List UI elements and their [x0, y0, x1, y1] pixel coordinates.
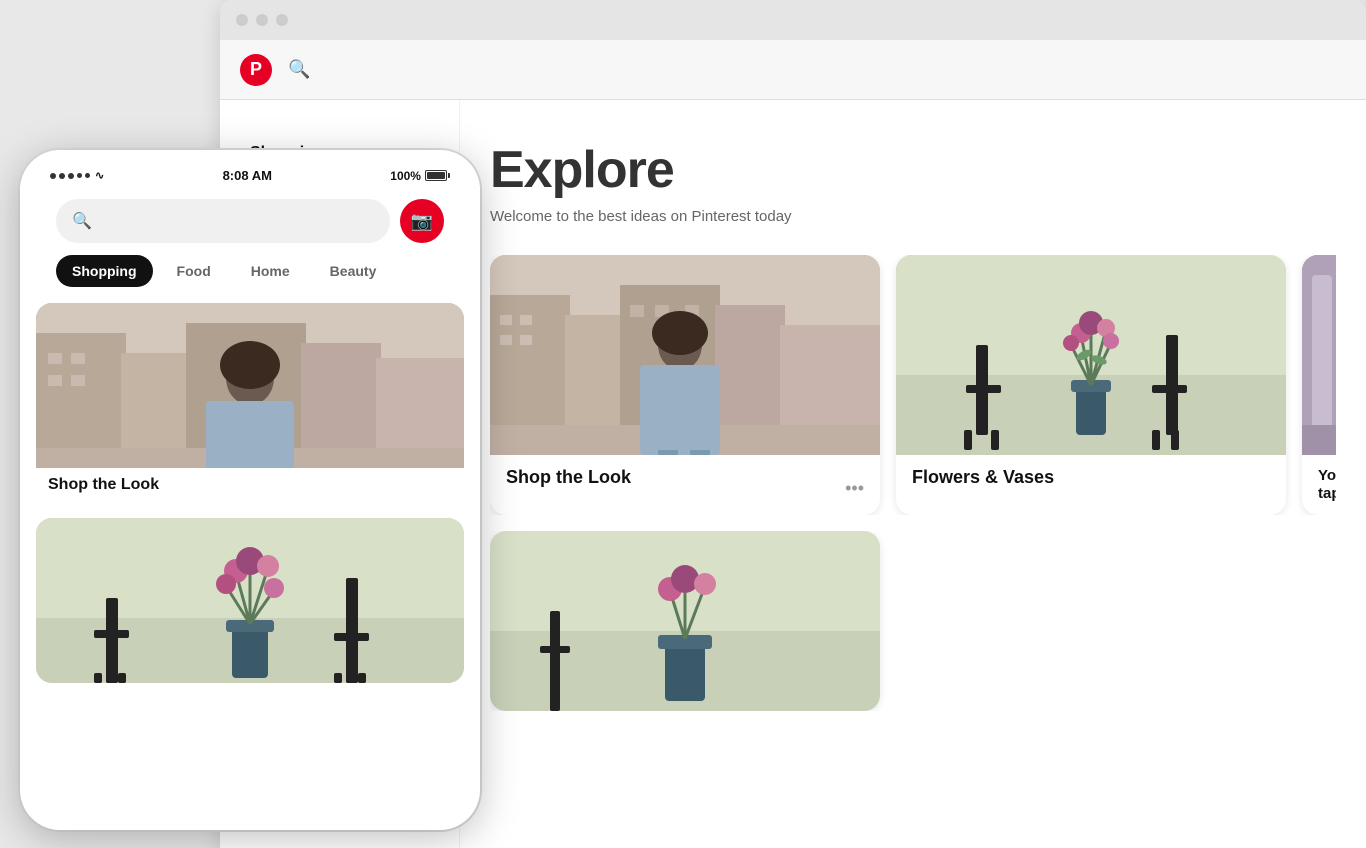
phone-search-area: 🔍 📷	[40, 191, 460, 251]
status-battery: 100%	[390, 169, 450, 183]
card-image-flowers	[896, 255, 1286, 455]
cards-container: Shop the Look •••	[490, 255, 1336, 515]
phone-card-image-flowers	[36, 518, 464, 683]
card-body-flowers: Flowers & Vases	[896, 455, 1286, 500]
phone-status-bar: ∿ 8:08 AM 100%	[40, 160, 460, 191]
pinterest-logo[interactable]: P	[240, 54, 272, 86]
phone-tab-food[interactable]: Food	[161, 255, 227, 287]
status-time: 8:08 AM	[223, 168, 272, 183]
phone-card-image-shopping	[36, 303, 464, 468]
flowers-scene-svg	[896, 255, 1286, 455]
cards-second-row	[490, 531, 1336, 711]
device-dot-2	[256, 14, 268, 26]
signal-dot-2	[59, 173, 65, 179]
phone-device: ∿ 8:08 AM 100% 🔍 📷	[20, 150, 480, 830]
phone-flowers-svg	[36, 518, 464, 683]
partial-image-svg	[1302, 255, 1336, 455]
second-row-svg	[490, 531, 880, 711]
signal-dot-1	[50, 173, 56, 179]
card-title-shopping: Shop the Look	[506, 467, 631, 487]
device-dot-1	[236, 14, 248, 26]
phone-card-shopping[interactable]: Shop the Look	[36, 303, 464, 506]
phone-card-body-shopping: Shop the Look	[36, 468, 464, 506]
phone-tab-home[interactable]: Home	[235, 255, 306, 287]
partial-card-title: Your nex tap AWA	[1318, 467, 1336, 502]
phone-search-bar[interactable]: 🔍	[56, 199, 390, 243]
phone-tab-beauty[interactable]: Beauty	[314, 255, 393, 287]
explore-subtitle: Welcome to the best ideas on Pinterest t…	[490, 208, 1336, 225]
phone-tabs: Shopping Food Home Beauty	[40, 251, 460, 291]
building-background-svg	[490, 255, 880, 455]
card-second-row-1[interactable]	[490, 531, 880, 711]
battery-tip	[448, 173, 450, 178]
main-content: Explore Welcome to the best ideas on Pin…	[460, 100, 1366, 848]
card-partial-right[interactable]: Your nex tap AWA	[1302, 255, 1336, 515]
wifi-icon: ∿	[95, 169, 104, 182]
phone-card-flowers[interactable]	[36, 518, 464, 683]
phone-tab-shopping[interactable]: Shopping	[56, 255, 153, 287]
signal-dot-3	[68, 173, 74, 179]
signal-dot-5	[85, 173, 90, 178]
camera-icon: 📷	[411, 211, 433, 232]
browser-chrome: P 🔍	[220, 40, 1366, 100]
partial-card-body: Your nex tap AWA	[1302, 455, 1336, 515]
explore-title: Explore	[490, 140, 1336, 200]
card-image-shopping	[490, 255, 880, 455]
card-more-options[interactable]: •••	[845, 478, 864, 499]
phone-content: Shop the Look	[20, 291, 480, 707]
signal-dot-4	[77, 173, 82, 178]
card-title-flowers: Flowers & Vases	[912, 467, 1054, 487]
phone-search-icon: 🔍	[72, 211, 92, 231]
phone-camera-button[interactable]: 📷	[400, 199, 444, 243]
status-signal: ∿	[50, 169, 104, 182]
battery-percent: 100%	[390, 169, 421, 183]
phone-shopping-svg	[36, 303, 464, 468]
battery-fill	[427, 172, 445, 179]
card-body-shopping: Shop the Look	[490, 455, 880, 500]
search-icon[interactable]: 🔍	[288, 59, 310, 80]
card-shop-the-look[interactable]: Shop the Look •••	[490, 255, 880, 515]
pinterest-logo-char: P	[250, 59, 262, 80]
partial-card-image	[1302, 255, 1336, 455]
phone-notch-area: ∿ 8:08 AM 100% 🔍 📷	[20, 150, 480, 291]
device-top-bar	[220, 0, 1366, 40]
device-dot-3	[276, 14, 288, 26]
phone-card-title-shopping: Shop the Look	[48, 476, 159, 493]
battery-icon	[425, 170, 450, 181]
battery-body	[425, 170, 447, 181]
card-flowers[interactable]: Flowers & Vases	[896, 255, 1286, 515]
card-second-row-image	[490, 531, 880, 711]
